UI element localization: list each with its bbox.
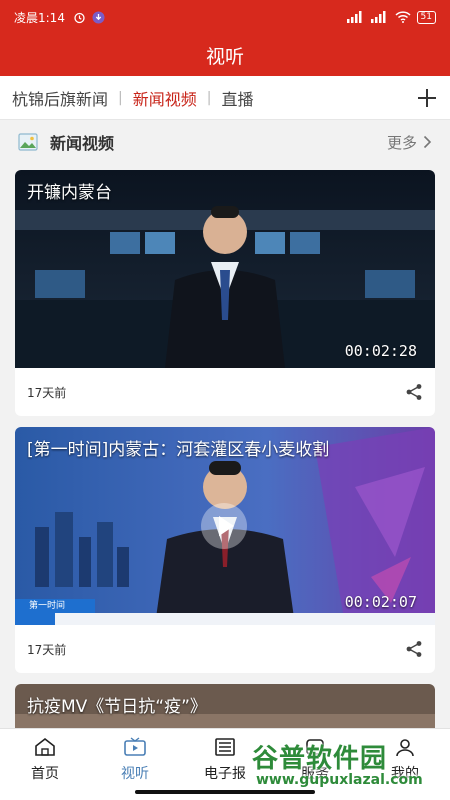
video-feed: 开镰内蒙台 00:02:28 17天前 [第一时间]内蒙古：河套灌区春小麦收割 … xyxy=(15,170,435,755)
video-duration: 00:02:07 xyxy=(344,593,417,611)
tv-icon xyxy=(124,737,146,756)
section-header: 新闻视频 更多 xyxy=(0,120,450,164)
video-title: 开镰内蒙台 xyxy=(27,183,112,203)
home-indicator xyxy=(135,790,315,794)
more-link[interactable]: 更多 xyxy=(387,132,432,153)
add-channel-icon[interactable] xyxy=(416,87,438,109)
download-icon xyxy=(92,11,105,23)
newspaper-icon xyxy=(215,738,235,756)
tab-local-news[interactable]: 杭锦后旗新闻 xyxy=(12,86,108,110)
tab-news-video[interactable]: 新闻视频 xyxy=(133,86,197,110)
video-card[interactable]: 开镰内蒙台 00:02:28 17天前 xyxy=(15,170,435,416)
tab-divider: | xyxy=(206,89,212,106)
video-thumbnail[interactable]: [第一时间]内蒙古：河套灌区春小麦收割 第一时间 00:02:07 xyxy=(15,427,435,625)
publish-time: 17天前 xyxy=(27,385,67,400)
app-header: 视听 xyxy=(0,34,450,76)
image-icon xyxy=(18,133,38,151)
publish-time: 17天前 xyxy=(27,642,67,657)
video-thumbnail[interactable]: 开镰内蒙台 00:02:28 xyxy=(15,170,435,368)
home-icon xyxy=(35,737,55,756)
status-bar: 凌晨1:14 51 xyxy=(0,0,450,34)
tab-divider: | xyxy=(118,89,123,106)
signal-icon-2 xyxy=(370,11,386,23)
channel-tabs: 杭锦后旗新闻 | 新闻视频 | 直播 xyxy=(0,76,450,120)
video-title: [第一时间]内蒙古：河套灌区春小麦收割 xyxy=(27,440,330,460)
video-meta: 17天前 xyxy=(15,368,435,416)
battery-icon: 51 xyxy=(416,10,436,24)
share-icon[interactable] xyxy=(405,383,423,401)
watermark-brand: 谷普软件园 xyxy=(252,744,388,774)
nav-label: 电子报 xyxy=(204,766,246,782)
video-meta: 17天前 xyxy=(15,625,435,673)
nav-home[interactable]: 首页 xyxy=(0,729,90,800)
site-watermark: 谷普软件园 www.gupuxlazal.com xyxy=(248,736,448,792)
lower-third-label: 第一时间 xyxy=(29,601,66,611)
wifi-icon xyxy=(395,11,411,23)
signal-icon xyxy=(346,11,362,23)
nav-label: 视听 xyxy=(121,766,149,782)
share-icon[interactable] xyxy=(405,640,423,658)
chevron-right-icon xyxy=(423,135,432,149)
tab-live[interactable]: 直播 xyxy=(221,86,253,110)
alarm-icon xyxy=(74,12,85,23)
more-label: 更多 xyxy=(386,133,417,152)
watermark-url: www.gupuxlazal.com xyxy=(256,772,423,788)
section-title: 新闻视频 xyxy=(50,134,115,153)
nav-label: 首页 xyxy=(31,766,59,782)
video-title: 抗疫MV《节日抗“疫”》 xyxy=(27,697,207,717)
page-title: 视听 xyxy=(205,45,244,68)
status-time: 凌晨1:14 xyxy=(14,10,65,25)
video-card[interactable]: [第一时间]内蒙古：河套灌区春小麦收割 第一时间 00:02:07 17天前 xyxy=(15,427,435,673)
play-icon[interactable] xyxy=(201,503,247,549)
video-duration: 00:02:28 xyxy=(344,342,417,360)
